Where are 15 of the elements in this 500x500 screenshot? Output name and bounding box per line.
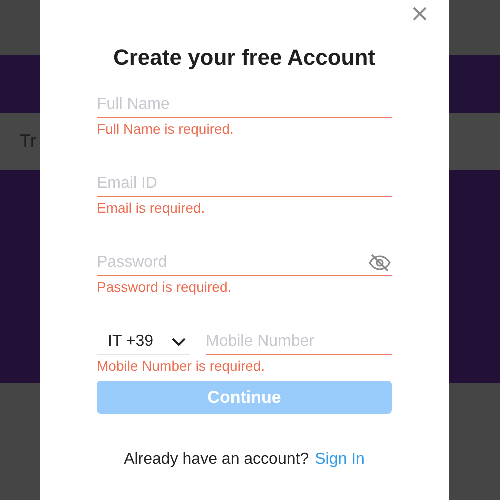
chevron-down-icon	[172, 338, 186, 346]
input-field[interactable]: Email ID	[97, 172, 392, 196]
error-message: Password is required.	[97, 279, 233, 296]
dialog-title: Create your free Account	[113, 44, 376, 72]
mobile-number-field[interactable]: Mobile Number	[206, 330, 392, 354]
error-message: Full Name is required.	[97, 121, 235, 138]
eye-slash-icon[interactable]	[369, 254, 391, 272]
sign-in-link[interactable]: Sign In	[315, 450, 365, 470]
error-message: Email is required.	[97, 200, 206, 217]
close-icon[interactable]	[413, 7, 427, 21]
password-field[interactable]: Password	[97, 250, 369, 274]
error-message: Mobile Number is required.	[97, 358, 266, 375]
country-code-select[interactable]: IT +39	[97, 329, 190, 355]
footer-text: Already have an account?	[124, 450, 310, 470]
input-field[interactable]: Full Name	[97, 92, 392, 116]
